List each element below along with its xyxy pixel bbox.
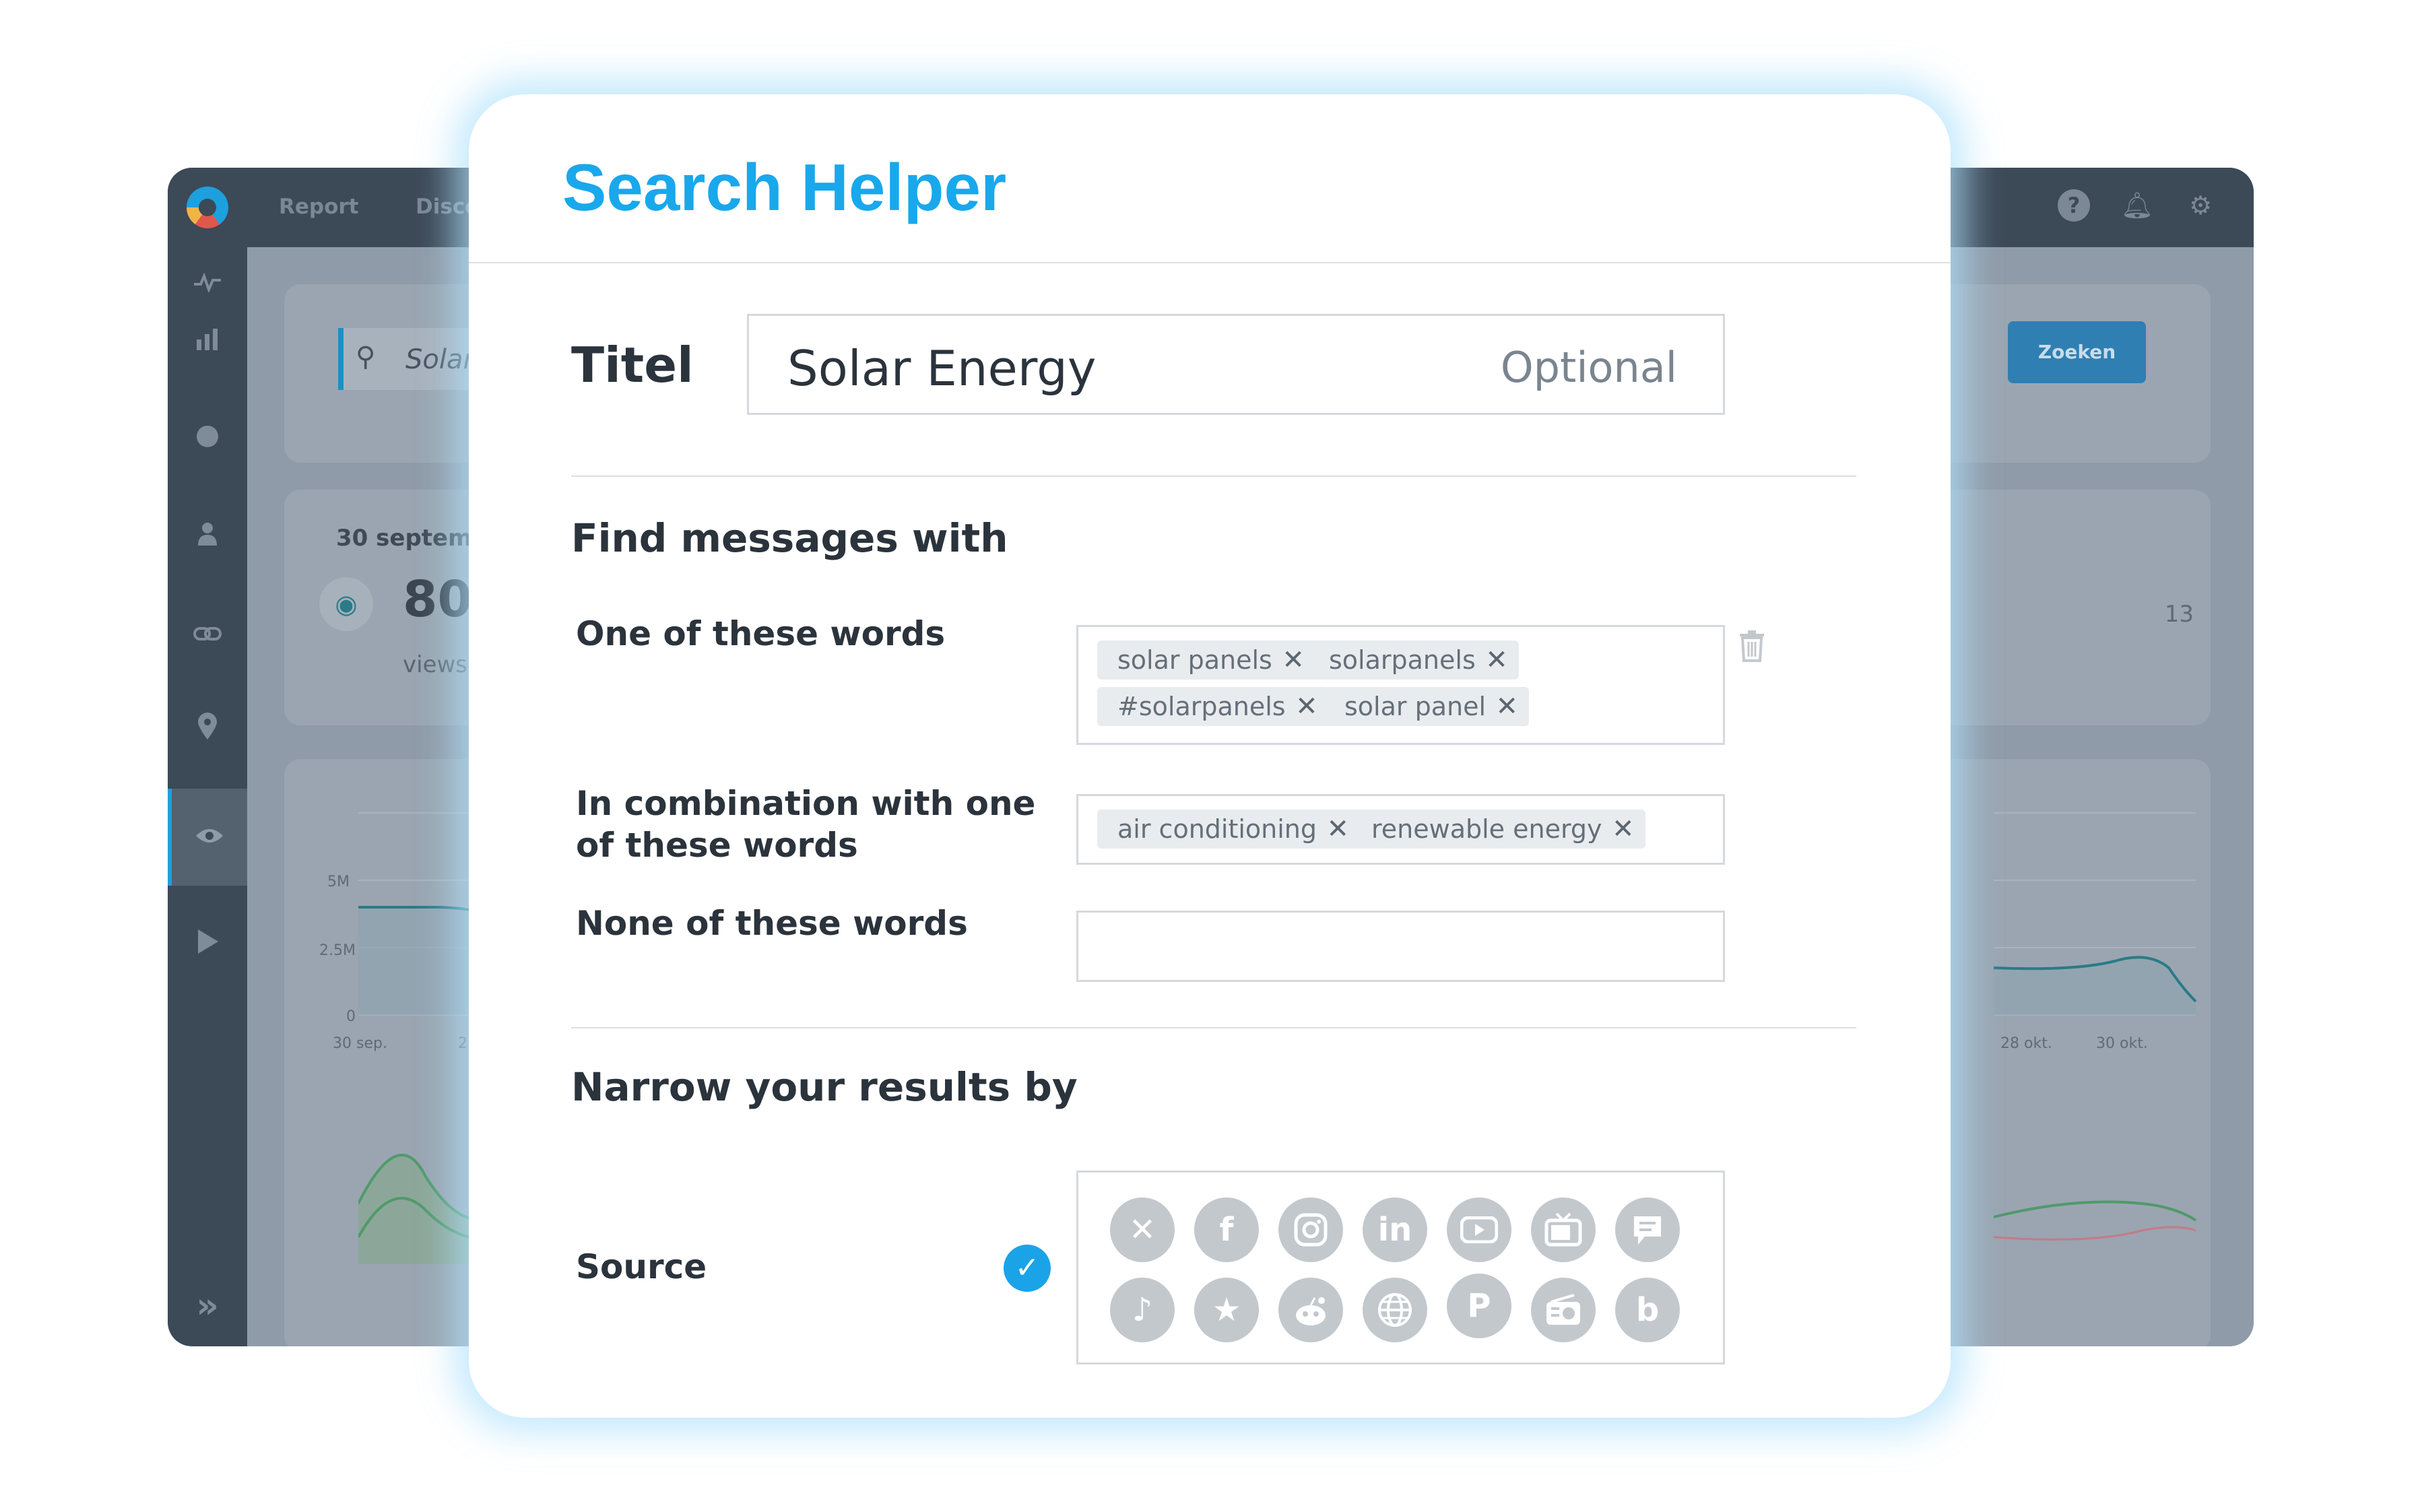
remove-tag-icon[interactable]: ✕ — [1496, 687, 1519, 726]
right-chart-lines — [1994, 812, 2197, 1241]
youtube-icon[interactable] — [1447, 1197, 1511, 1262]
reddit-icon[interactable] — [1278, 1278, 1343, 1342]
remove-tag-icon[interactable]: ✕ — [1485, 640, 1508, 680]
radio-icon[interactable] — [1531, 1278, 1596, 1342]
web-icon[interactable] — [1363, 1278, 1427, 1342]
star-icon[interactable]: ★ — [1194, 1278, 1259, 1342]
chat-icon[interactable] — [1615, 1197, 1680, 1262]
remove-tag-icon[interactable]: ✕ — [1282, 640, 1305, 680]
one-of-words-input[interactable]: solar panels ✕ solarpanels ✕ #solarpanels ✕… — [1076, 625, 1725, 745]
eye-icon[interactable] — [168, 789, 247, 886]
app-logo — [187, 187, 228, 228]
tag-chip: solarpanels ✕ — [1309, 640, 1519, 680]
instagram-icon[interactable] — [1278, 1197, 1343, 1262]
combination-label: In combination with one of these words — [576, 784, 1036, 865]
source-icons-grid: ✕ f in ♪ ★ P b — [1076, 1171, 1725, 1365]
divider — [469, 262, 1951, 263]
partial-number: 13 — [2164, 601, 2194, 628]
app-sidebar: » — [168, 247, 247, 1346]
bell-icon[interactable]: 🔔︎ — [2121, 189, 2153, 222]
play-icon[interactable] — [168, 922, 247, 971]
gear-icon[interactable]: ⚙ — [2184, 189, 2217, 222]
tag-chip: solar panel ✕ — [1324, 687, 1530, 726]
circle-icon[interactable] — [168, 417, 247, 465]
tiktok-icon[interactable]: ♪ — [1110, 1278, 1175, 1342]
remove-tag-icon[interactable]: ✕ — [1612, 810, 1635, 849]
search-helper-modal: Search Helper Titel Solar Energy Optiona… — [469, 94, 1951, 1418]
linkedin-icon[interactable]: in — [1363, 1197, 1427, 1262]
source-label: Source — [576, 1247, 707, 1286]
find-messages-heading: Find messages with — [571, 515, 1008, 561]
tv-icon[interactable] — [1531, 1197, 1596, 1262]
tag-chip: #solarpanels ✕ — [1097, 687, 1329, 726]
help-icon[interactable]: ? — [2058, 189, 2090, 222]
search-icon: ⚲ — [356, 341, 376, 372]
remove-tag-icon[interactable]: ✕ — [1295, 687, 1318, 726]
zoeken-button[interactable]: Zoeken — [2008, 321, 2146, 383]
y-tick: 5M — [327, 874, 350, 890]
activity-icon[interactable] — [168, 259, 247, 308]
location-pin-icon[interactable] — [168, 708, 247, 756]
trash-icon[interactable] — [1738, 630, 1765, 662]
titel-value: Solar Energy — [787, 340, 1097, 397]
views-label: views — [403, 651, 468, 678]
titel-label: Titel — [571, 337, 694, 393]
one-of-label: One of these words — [576, 614, 946, 653]
facebook-icon[interactable]: f — [1194, 1197, 1259, 1262]
narrow-results-heading: Narrow your results by — [571, 1064, 1078, 1110]
y-tick: 2.5M — [319, 942, 356, 959]
y-tick: 0 — [346, 1008, 356, 1025]
user-icon[interactable] — [168, 514, 247, 562]
titel-input[interactable]: Solar Energy Optional — [747, 314, 1725, 415]
combination-words-input[interactable]: air conditioning ✕ renewable energy ✕ — [1076, 794, 1725, 865]
top-icons: ? 🔔︎ ⚙ — [2058, 189, 2217, 222]
app-search-input[interactable]: ⚲ Solar — [338, 328, 480, 390]
modal-title: Search Helper — [562, 150, 1007, 224]
bar-chart-icon[interactable] — [168, 320, 247, 368]
divider — [571, 475, 1856, 477]
tag-chip: air conditioning ✕ — [1097, 810, 1361, 849]
expand-sidebar-icon[interactable]: » — [168, 1286, 247, 1326]
none-label: None of these words — [576, 904, 968, 943]
divider — [571, 1027, 1856, 1028]
x-icon[interactable]: ✕ — [1110, 1197, 1175, 1262]
views-eye-icon: ◉ — [319, 577, 373, 631]
none-words-input[interactable] — [1076, 911, 1725, 982]
date-label: 30 septem — [336, 525, 472, 552]
titel-optional-hint: Optional — [1500, 343, 1677, 392]
tag-chip: renewable energy ✕ — [1351, 810, 1645, 849]
b-icon[interactable]: b — [1615, 1278, 1680, 1342]
nav-report[interactable]: Report — [279, 195, 359, 219]
link-icon[interactable] — [168, 611, 247, 659]
tag-chip: solar panels ✕ — [1097, 640, 1315, 680]
pinterest-icon[interactable]: P — [1447, 1274, 1511, 1338]
remove-tag-icon[interactable]: ✕ — [1327, 810, 1350, 849]
source-checkmark-icon[interactable]: ✓ — [1004, 1245, 1051, 1292]
